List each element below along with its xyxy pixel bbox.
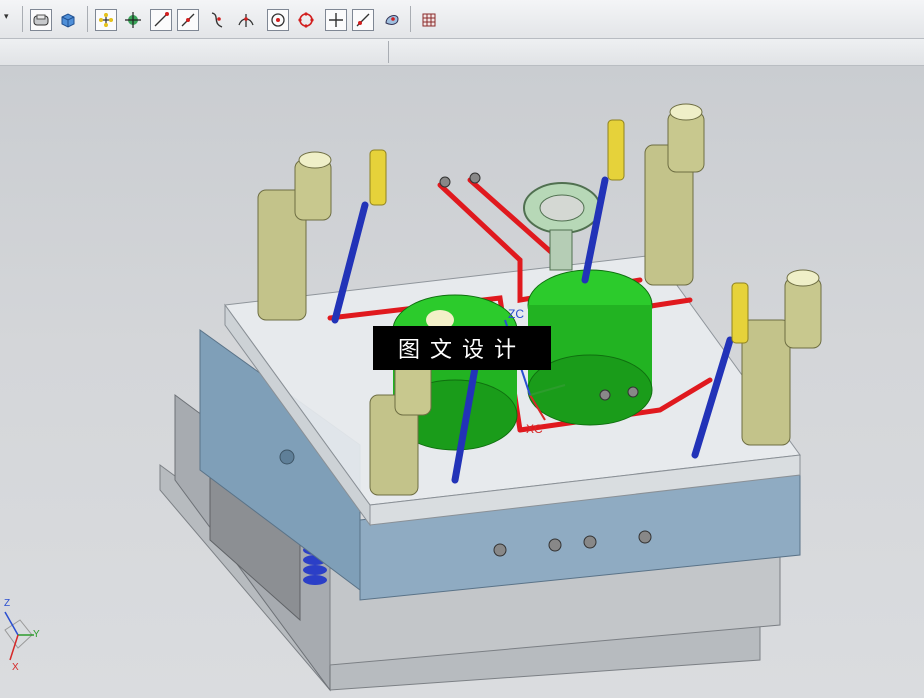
watermark-label: 图文设计	[373, 326, 551, 370]
toolbar-separator	[388, 41, 389, 63]
bolt-front-right	[731, 282, 749, 344]
snap-arc-center-button[interactable]	[267, 9, 289, 31]
triad-z-label: Z	[4, 598, 11, 609]
snap-quadrant-icon	[298, 12, 314, 28]
toolbar-separator	[410, 6, 411, 32]
snap-existing-point-button[interactable]	[325, 9, 347, 31]
bolt-left	[369, 149, 387, 206]
snap-endpoint-button[interactable]	[150, 9, 172, 31]
triad-y-label: Y	[33, 629, 40, 640]
view-shaded-edges-button[interactable]	[30, 9, 52, 31]
graphics-viewport[interactable]: 图文设计 ZC XC Z Y X	[0, 66, 924, 698]
snap-existing-point-icon	[329, 13, 343, 27]
toolbar-separator	[22, 6, 23, 32]
snap-intersection-icon	[238, 14, 254, 27]
guide-pillar-back-right	[644, 103, 705, 286]
snap-control-point-button[interactable]	[122, 9, 144, 31]
view-shaded-edges-icon	[33, 14, 49, 26]
wcs-xc-label: XC	[526, 422, 543, 436]
guide-pillar-front-right	[741, 269, 822, 446]
wcs-zc-label: ZC	[508, 307, 524, 321]
view-shaded-icon	[61, 13, 75, 28]
view-orientation-triad	[4, 611, 34, 661]
snap-point-on-surface-icon	[385, 15, 399, 25]
mold-assembly-model	[4, 103, 822, 692]
snap-quadrant-button[interactable]	[295, 9, 317, 31]
snap-point-on-surface-button[interactable]	[381, 9, 403, 31]
snap-endpoint-icon	[154, 12, 169, 27]
snap-midpoint-button[interactable]	[177, 9, 199, 31]
snap-arc-center-icon	[271, 13, 285, 27]
snap-curve-point-icon	[211, 12, 223, 28]
toolbar-separator	[87, 6, 88, 32]
view-shaded-button[interactable]	[57, 9, 79, 31]
snap-point-inference-button[interactable]	[95, 9, 117, 31]
grid-button[interactable]	[418, 9, 440, 31]
top-toolbar: ▾	[0, 0, 924, 39]
toolbar-overflow-dropdown[interactable]: ▾	[4, 12, 9, 22]
snap-point-on-curve-icon	[356, 13, 370, 27]
snap-intersection-button[interactable]	[235, 9, 257, 31]
snap-midpoint-icon	[181, 13, 195, 27]
triad-x-label: X	[12, 662, 19, 673]
snap-curve-point-button[interactable]	[206, 9, 228, 31]
snap-control-point-icon	[125, 12, 141, 28]
snap-point-on-curve-button[interactable]	[352, 9, 374, 31]
grid-icon	[422, 13, 436, 27]
secondary-toolbar-row	[0, 39, 924, 66]
bolt-right	[607, 119, 625, 181]
snap-point-inference-icon	[99, 13, 113, 27]
